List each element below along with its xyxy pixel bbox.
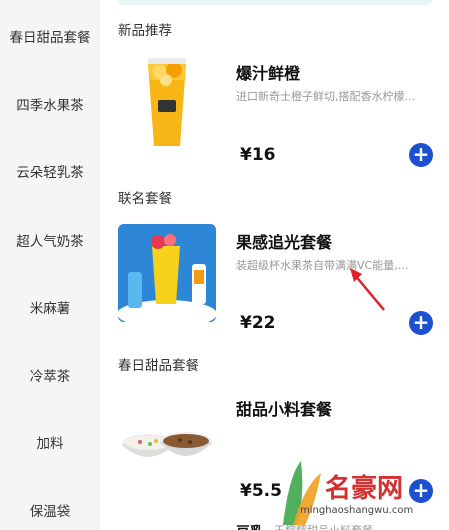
watermark-name: 名豪网 (325, 474, 404, 504)
product-price: ¥16 (240, 145, 276, 165)
annotation-arrow-icon (350, 268, 385, 311)
fruit-tea-sunscreen-combo-icon[interactable] (118, 224, 216, 322)
orange-juice-cup-icon[interactable] (118, 50, 216, 148)
section-title-spring: 春日甜品套餐 (118, 358, 199, 374)
product-desc: 进口新奇士橙子鲜切,搭配香水柠檬... (236, 90, 415, 103)
sidebar-item-mochi[interactable]: 米麻薯 (0, 297, 100, 317)
sidebar-item-popular-milk-tea[interactable]: 超人气奶茶 (0, 230, 100, 250)
sidebar-item-cloud-milk-tea[interactable]: 云朵轻乳茶 (0, 161, 100, 181)
sidebar-item-thermal-bag[interactable]: 保温袋 (0, 500, 100, 520)
top-banner-edge (118, 0, 432, 5)
sidebar-item-spring-dessert[interactable]: 春日甜品套餐 (0, 26, 100, 46)
dessert-bowls-icon[interactable] (118, 390, 216, 488)
product-desc: 装超级杯水果茶自带满满VC能量,... (236, 259, 409, 272)
watermark-url: minghaoshangwu.com (300, 505, 414, 516)
product-price: ¥22 (240, 313, 276, 333)
add-to-cart-button[interactable]: + (409, 143, 433, 167)
section-title-new: 新品推荐 (118, 23, 172, 39)
product-name[interactable]: 果感追光套餐 (236, 229, 332, 253)
product-name-partial: 豆乳 (236, 522, 264, 530)
sidebar-item-toppings[interactable]: 加料 (0, 432, 100, 452)
category-sidebar: 春日甜品套餐 四季水果茶 云朵轻乳茶 超人气奶茶 米麻薯 冷萃茶 加料 保温袋 (0, 0, 100, 530)
sidebar-item-cold-brew[interactable]: 冷萃茶 (0, 365, 100, 385)
section-title-collab: 联名套餐 (118, 191, 172, 207)
sidebar-item-fruit-tea[interactable]: 四季水果茶 (0, 94, 100, 114)
add-to-cart-button[interactable]: + (409, 311, 433, 335)
product-name[interactable]: 甜品小料套餐 (236, 396, 332, 420)
product-name[interactable]: 爆汁鲜橙 (236, 60, 300, 84)
